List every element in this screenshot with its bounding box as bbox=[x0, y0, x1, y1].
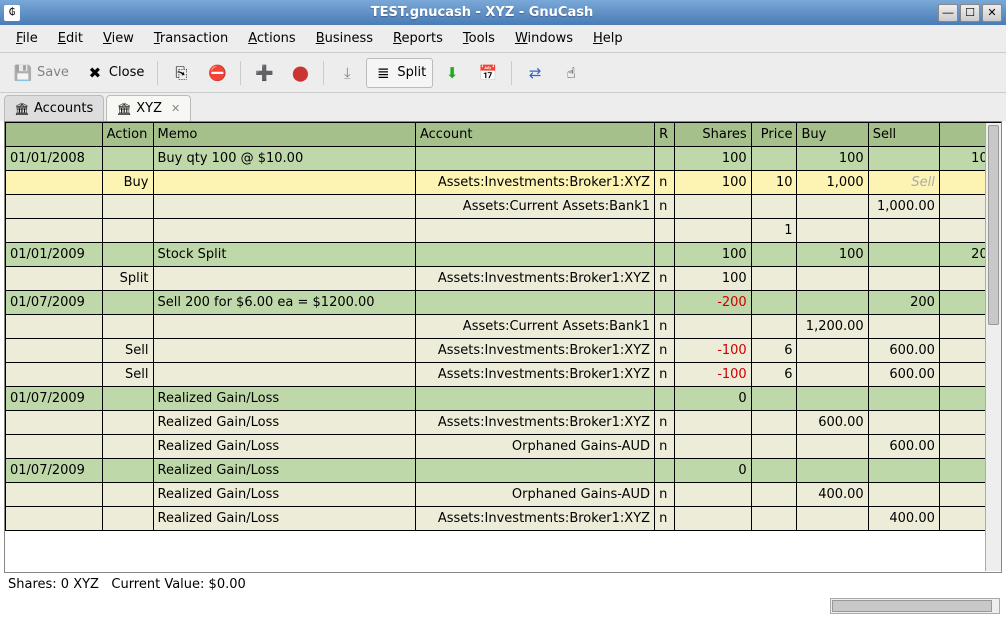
cancel-button[interactable]: ⬤ bbox=[283, 58, 317, 88]
hscroll-area bbox=[0, 596, 1006, 618]
close-icon: ✖ bbox=[85, 63, 105, 83]
split-row[interactable]: SellAssets:Investments:Broker1:XYZn-1006… bbox=[6, 339, 1001, 363]
menu-help[interactable]: Help bbox=[583, 27, 633, 50]
transfer-icon: ⇄ bbox=[525, 63, 545, 83]
col-shares[interactable]: Shares bbox=[675, 123, 751, 147]
bank-icon: 🏛 bbox=[117, 102, 131, 116]
menu-actions[interactable]: Actions bbox=[238, 27, 306, 50]
menu-windows[interactable]: Windows bbox=[505, 27, 583, 50]
split-icon: ≣ bbox=[373, 63, 393, 83]
transaction-row[interactable]: 01/01/2008Buy qty 100 @ $10.00100100100 bbox=[6, 147, 1001, 171]
transaction-row[interactable]: 01/07/2009Sell 200 for $6.00 ea = $1200.… bbox=[6, 291, 1001, 315]
toolbar: 💾Save ✖Close ⎘ ⛔ ➕ ⬤ ⤓ ≣Split ⬇ 📅 ⇄ ☝ bbox=[0, 53, 1006, 93]
save-icon: 💾 bbox=[13, 63, 33, 83]
tab-bar: 🏛Accounts 🏛XYZ✕ bbox=[0, 93, 1006, 121]
col-r[interactable]: R bbox=[655, 123, 675, 147]
menu-reports[interactable]: Reports bbox=[383, 27, 453, 50]
vertical-scrollbar[interactable] bbox=[985, 123, 1001, 571]
delete-button[interactable]: ⛔ bbox=[200, 58, 234, 88]
down-icon: ⤓ bbox=[337, 63, 357, 83]
split-row[interactable]: BuyAssets:Investments:Broker1:XYZn100101… bbox=[6, 171, 1001, 195]
col-date[interactable] bbox=[6, 123, 103, 147]
delete-icon: ⛔ bbox=[207, 63, 227, 83]
calendar-icon: 📅 bbox=[478, 63, 498, 83]
transaction-row[interactable]: 01/07/2009Realized Gain/Loss00 bbox=[6, 387, 1001, 411]
separator bbox=[157, 61, 158, 85]
minimize-button[interactable]: ― bbox=[938, 4, 958, 22]
split-row[interactable]: SplitAssets:Investments:Broker1:XYZn100 bbox=[6, 267, 1001, 291]
menu-view[interactable]: View bbox=[93, 27, 144, 50]
window-title: TEST.gnucash - XYZ - GnuCash bbox=[26, 5, 938, 20]
split-button[interactable]: ≣Split bbox=[366, 58, 433, 88]
reconcile-button[interactable]: ☝ bbox=[554, 58, 588, 88]
register: Action Memo Account R Shares Price Buy S… bbox=[4, 121, 1002, 573]
split-row[interactable]: Realized Gain/LossAssets:Investments:Bro… bbox=[6, 411, 1001, 435]
split-row[interactable]: Realized Gain/LossAssets:Investments:Bro… bbox=[6, 507, 1001, 531]
separator bbox=[323, 61, 324, 85]
col-account[interactable]: Account bbox=[415, 123, 654, 147]
header-row: Action Memo Account R Shares Price Buy S… bbox=[6, 123, 1001, 147]
separator bbox=[511, 61, 512, 85]
jump-button[interactable]: ⬇ bbox=[435, 58, 469, 88]
app-icon: ₲ bbox=[4, 5, 20, 21]
enter-button[interactable]: ➕ bbox=[247, 58, 281, 88]
transaction-row[interactable]: 01/07/2009Realized Gain/Loss00 bbox=[6, 459, 1001, 483]
col-price[interactable]: Price bbox=[751, 123, 797, 147]
status-value: Current Value: $0.00 bbox=[111, 577, 245, 592]
maximize-button[interactable]: ☐ bbox=[960, 4, 980, 22]
split-row[interactable]: Realized Gain/LossOrphaned Gains-AUDn400… bbox=[6, 483, 1001, 507]
blank-button[interactable]: ⤓ bbox=[330, 58, 364, 88]
close-window-button[interactable]: ✕ bbox=[982, 4, 1002, 22]
bank-icon: 🏛 bbox=[15, 102, 29, 116]
duplicate-button[interactable]: ⎘ bbox=[164, 58, 198, 88]
split-row[interactable]: Realized Gain/LossOrphaned Gains-AUDn600… bbox=[6, 435, 1001, 459]
separator bbox=[240, 61, 241, 85]
menu-transaction[interactable]: Transaction bbox=[144, 27, 238, 50]
split-row[interactable]: SellAssets:Investments:Broker1:XYZn-1006… bbox=[6, 363, 1001, 387]
save-button[interactable]: 💾Save bbox=[6, 58, 76, 88]
scrollbar-thumb[interactable] bbox=[832, 600, 992, 612]
split-row[interactable]: Assets:Current Assets:Bank1n1,200.00 bbox=[6, 315, 1001, 339]
col-action[interactable]: Action bbox=[102, 123, 153, 147]
menu-business[interactable]: Business bbox=[306, 27, 383, 50]
scrollbar-thumb[interactable] bbox=[988, 125, 999, 325]
menu-tools[interactable]: Tools bbox=[453, 27, 505, 50]
col-memo[interactable]: Memo bbox=[153, 123, 415, 147]
col-buy[interactable]: Buy bbox=[797, 123, 868, 147]
record-icon: ⬤ bbox=[290, 63, 310, 83]
transfer-button[interactable]: ⇄ bbox=[518, 58, 552, 88]
tab-accounts[interactable]: 🏛Accounts bbox=[4, 95, 104, 121]
menu-edit[interactable]: Edit bbox=[48, 27, 93, 50]
schedule-button[interactable]: 📅 bbox=[471, 58, 505, 88]
menu-bar: File Edit View Transaction Actions Busin… bbox=[0, 25, 1006, 53]
register-table[interactable]: Action Memo Account R Shares Price Buy S… bbox=[5, 122, 1001, 531]
tab-xyz[interactable]: 🏛XYZ✕ bbox=[106, 95, 191, 121]
close-button[interactable]: ✖Close bbox=[78, 58, 151, 88]
title-bar: ₲ TEST.gnucash - XYZ - GnuCash ― ☐ ✕ bbox=[0, 0, 1006, 25]
jump-icon: ⬇ bbox=[442, 63, 462, 83]
status-shares: Shares: 0 XYZ bbox=[8, 577, 99, 592]
duplicate-icon: ⎘ bbox=[171, 63, 191, 83]
close-tab-icon[interactable]: ✕ bbox=[171, 102, 180, 115]
horizontal-scrollbar[interactable] bbox=[830, 598, 1000, 614]
split-row[interactable]: Assets:Current Assets:Bank1n1,000.00 bbox=[6, 195, 1001, 219]
menu-file[interactable]: File bbox=[6, 27, 48, 50]
transaction-row[interactable]: 01/01/2009Stock Split100100200 bbox=[6, 243, 1001, 267]
col-sell[interactable]: Sell bbox=[868, 123, 939, 147]
plus-icon: ➕ bbox=[254, 63, 274, 83]
status-bar: Shares: 0 XYZ Current Value: $0.00 bbox=[0, 573, 1006, 596]
split-row[interactable]: 1 bbox=[6, 219, 1001, 243]
hand-icon: ☝ bbox=[561, 63, 581, 83]
